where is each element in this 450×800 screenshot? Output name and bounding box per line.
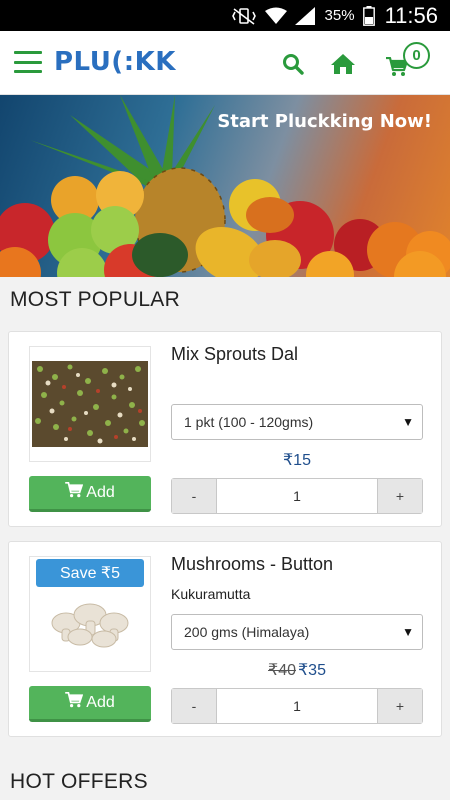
cart-icon — [65, 481, 84, 503]
product-name[interactable]: Mushrooms - Button — [171, 554, 333, 575]
banner-tagline: Start Pluckking Now! — [217, 111, 432, 132]
save-badge: Save ₹5 — [36, 559, 144, 587]
status-bar: 35% 11:56 — [0, 0, 450, 31]
price-current: ₹35 — [298, 662, 326, 679]
wifi-icon — [264, 7, 287, 25]
menu-icon[interactable] — [14, 51, 42, 73]
battery-icon — [362, 5, 375, 26]
product-price: ₹15 — [171, 450, 423, 470]
qty-value[interactable]: 1 — [216, 479, 378, 513]
logo[interactable]: PLU(:KK — [54, 47, 176, 77]
search-icon[interactable] — [282, 53, 304, 80]
add-button-label: Add — [86, 693, 115, 711]
promo-banner[interactable]: Start Pluckking Now! — [0, 95, 450, 277]
price-current: ₹15 — [283, 452, 311, 469]
product-subtitle: Kukuramutta — [171, 586, 251, 602]
product-name[interactable]: Mix Sprouts Dal — [171, 344, 298, 365]
quantity-stepper: - 1 + — [171, 688, 423, 724]
price-original: ₹40 — [268, 662, 296, 679]
product-image[interactable] — [29, 346, 151, 462]
variant-select[interactable]: 200 gms (Himalaya) ▼ — [171, 614, 423, 650]
battery-percent: 35% — [324, 7, 355, 24]
add-to-cart-button[interactable]: Add — [29, 476, 151, 512]
section-title-most-popular: MOST POPULAR — [10, 288, 181, 311]
qty-decrease-button[interactable]: - — [172, 479, 216, 513]
product-card: Save ₹5 Add Mushrooms - Button Kukuramut… — [8, 541, 442, 737]
variant-value: 200 gms (Himalaya) — [184, 624, 310, 640]
qty-increase-button[interactable]: + — [378, 479, 422, 513]
cart-icon — [65, 691, 84, 713]
add-to-cart-button[interactable]: Add — [29, 686, 151, 722]
product-image[interactable]: Save ₹5 — [29, 556, 151, 672]
home-icon[interactable] — [330, 53, 356, 80]
quantity-stepper: - 1 + — [171, 478, 423, 514]
variant-value: 1 pkt (100 - 120gms) — [184, 414, 314, 430]
dropdown-caret-icon: ▼ — [402, 625, 414, 639]
clock: 11:56 — [384, 2, 438, 28]
section-title-hot-offers: HOT OFFERS — [10, 770, 148, 793]
dropdown-caret-icon: ▼ — [402, 415, 414, 429]
qty-decrease-button[interactable]: - — [172, 689, 216, 723]
variant-select[interactable]: 1 pkt (100 - 120gms) ▼ — [171, 404, 423, 440]
qty-value[interactable]: 1 — [216, 689, 378, 723]
app-header: PLU(:KK 0 — [0, 31, 450, 95]
signal-icon — [294, 6, 317, 25]
mute-vibrate-icon — [231, 7, 257, 25]
product-card: Add Mix Sprouts Dal 1 pkt (100 - 120gms)… — [8, 331, 442, 527]
add-button-label: Add — [86, 483, 115, 501]
product-price: ₹40 ₹35 — [171, 660, 423, 680]
cart-count-badge[interactable]: 0 — [403, 42, 430, 69]
qty-increase-button[interactable]: + — [378, 689, 422, 723]
